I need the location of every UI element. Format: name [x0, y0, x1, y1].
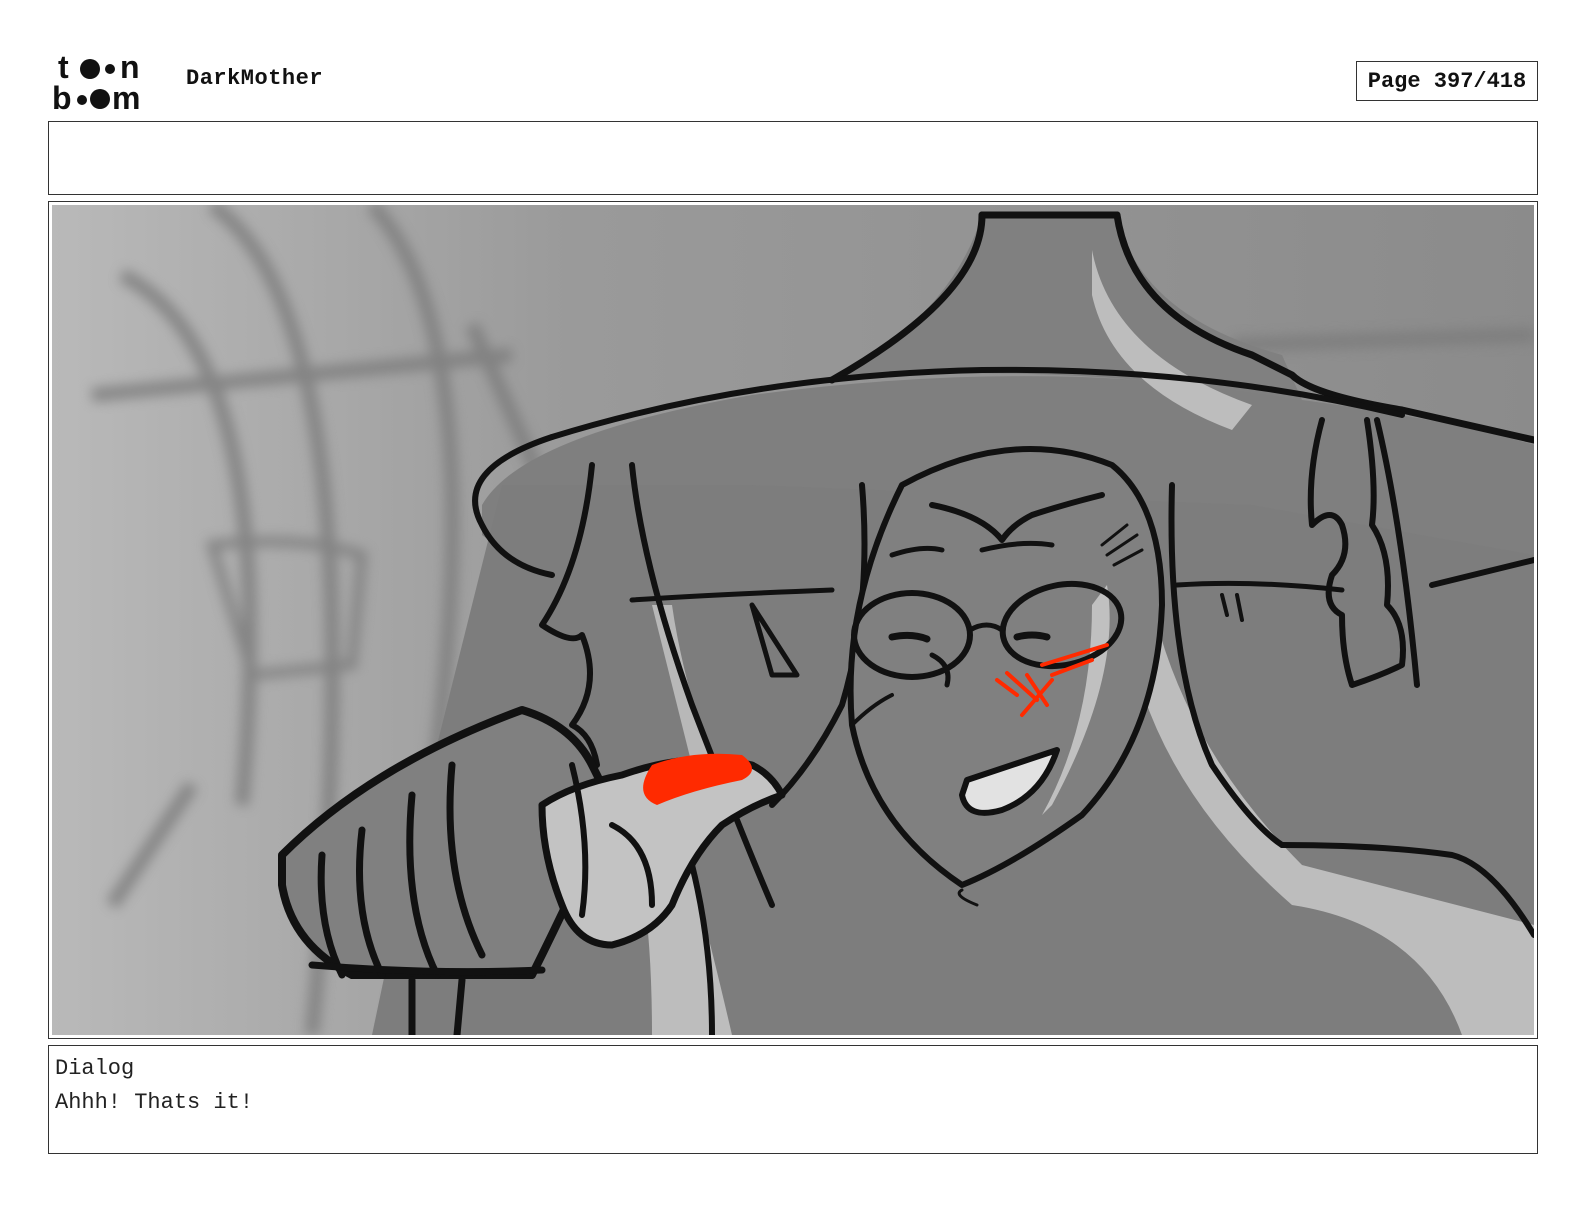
svg-text:b: b: [52, 80, 72, 112]
notes-box: [48, 121, 1538, 195]
dialog-label: Dialog: [55, 1056, 135, 1081]
svg-text:m: m: [112, 80, 140, 112]
page-indicator: Page 397/418: [1356, 61, 1538, 101]
page-label: Page 397/418: [1367, 68, 1527, 94]
project-title: DarkMother: [186, 66, 324, 91]
toonboom-logo: t n b m: [52, 49, 164, 116]
dialog-box: Dialog Ahhh! Thats it!: [48, 1045, 1538, 1154]
dialog-text: Ahhh! Thats it!: [55, 1090, 254, 1115]
storyboard-panel-image: [52, 205, 1534, 1035]
